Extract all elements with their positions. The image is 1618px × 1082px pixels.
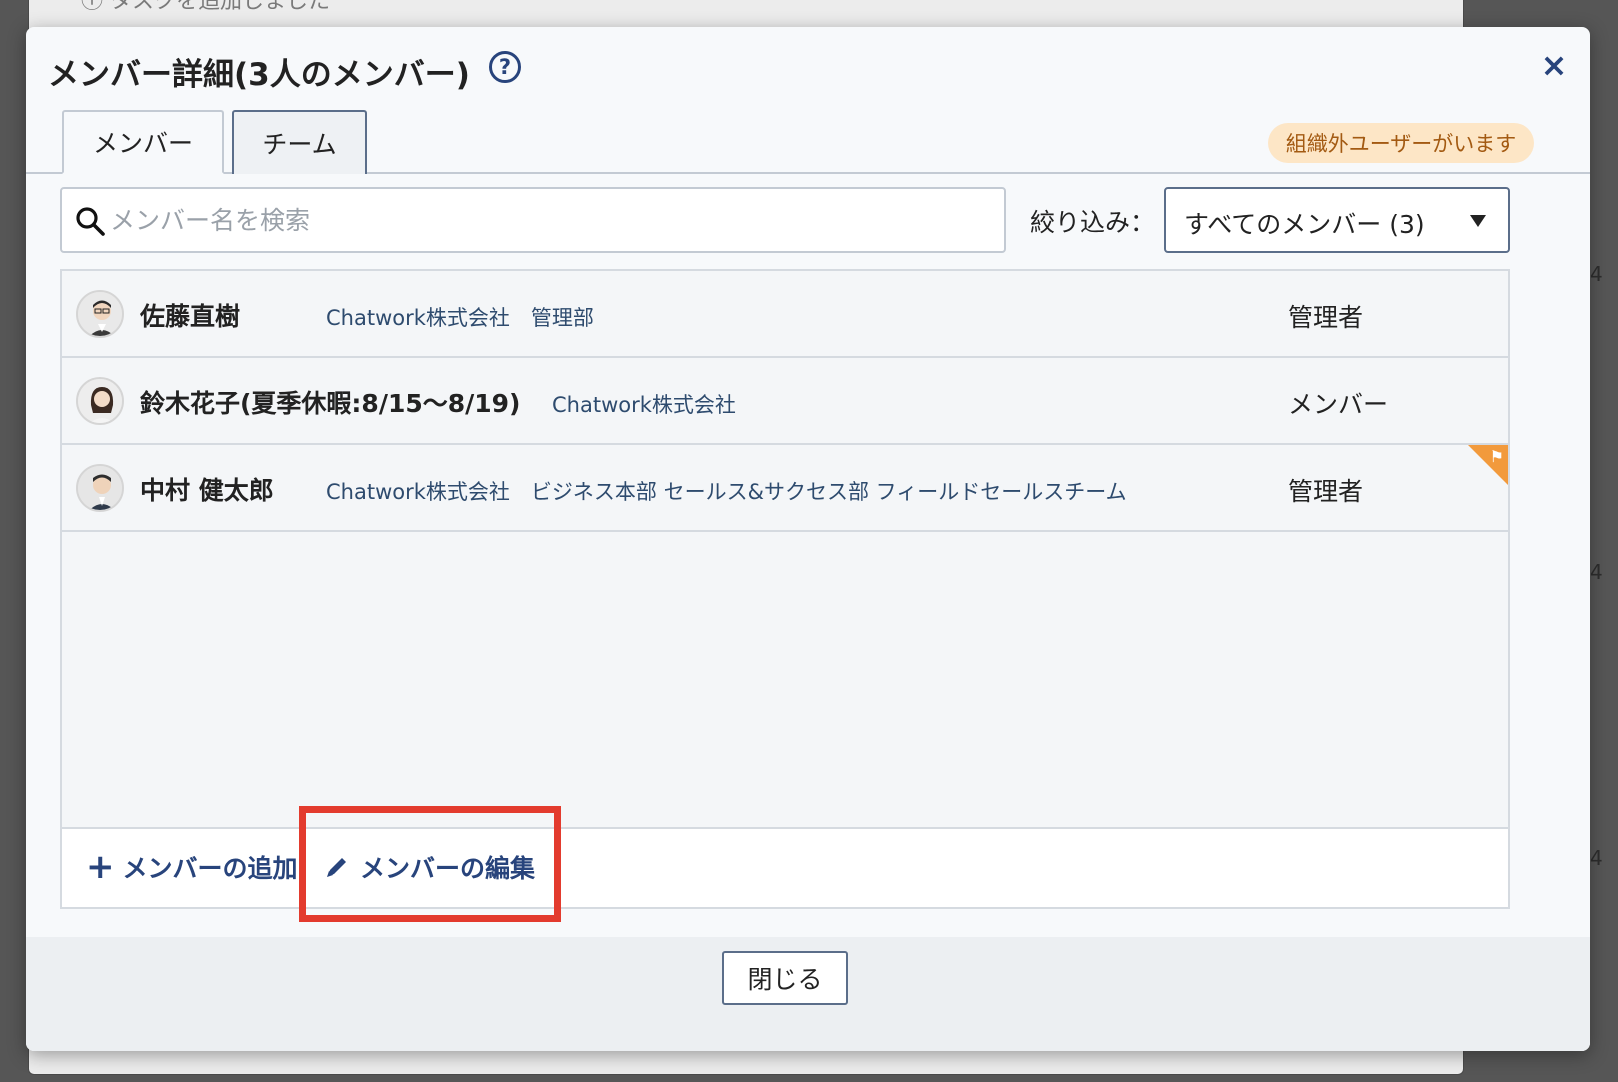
search-input[interactable] bbox=[110, 189, 990, 251]
member-organization: Chatwork株式会社 ビジネス本部 セールス&サクセス部 フィールドセールス… bbox=[326, 480, 1127, 504]
tab-members[interactable]: メンバー bbox=[62, 110, 224, 174]
background-text: 4 bbox=[1590, 846, 1603, 870]
member-row[interactable]: 鈴木花子(夏季休暇:8/15〜8/19) Chatwork株式会社 メンバー bbox=[62, 358, 1508, 445]
close-icon[interactable]: × bbox=[1534, 45, 1574, 85]
member-role: 管理者 bbox=[1288, 303, 1364, 332]
member-row[interactable]: 佐藤直樹 Chatwork株式会社 管理部 管理者 bbox=[62, 271, 1508, 358]
member-name: 中村 健太郎 bbox=[140, 476, 274, 505]
avatar bbox=[76, 290, 124, 338]
filter-select[interactable]: すべてのメンバー (3) bbox=[1164, 187, 1510, 253]
filter-label: 絞り込み： bbox=[1030, 208, 1156, 237]
tab-team[interactable]: チーム bbox=[232, 110, 367, 174]
avatar bbox=[76, 464, 124, 512]
dialog-title: メンバー詳細(3人のメンバー) bbox=[48, 57, 470, 93]
external-user-icon: ⚑ bbox=[1489, 447, 1504, 466]
avatar bbox=[76, 377, 124, 425]
member-organization: Chatwork株式会社 管理部 bbox=[326, 306, 594, 330]
member-detail-dialog: メンバー詳細(3人のメンバー) ? × メンバー チーム 組織外ユーザーがいます… bbox=[26, 27, 1590, 1051]
member-list-actions: + メンバーの追加 メンバーの編集 bbox=[62, 827, 1508, 907]
member-role: 管理者 bbox=[1288, 477, 1364, 506]
background-toast: ⓘ タスクを追加しました bbox=[81, 0, 330, 14]
search-icon bbox=[76, 207, 105, 236]
background-text: 4 bbox=[1590, 560, 1603, 584]
member-name: 佐藤直樹 bbox=[140, 302, 241, 331]
member-role: メンバー bbox=[1288, 390, 1389, 419]
external-user-badge: 組織外ユーザーがいます bbox=[1268, 123, 1534, 163]
search-box bbox=[60, 187, 1006, 253]
add-member-button[interactable]: + メンバーの追加 bbox=[86, 849, 298, 885]
dialog-footer: 閉じる bbox=[26, 937, 1590, 1051]
member-list: 佐藤直樹 Chatwork株式会社 管理部 管理者 鈴木花子(夏季休暇:8/15… bbox=[60, 269, 1510, 909]
add-member-label: メンバーの追加 bbox=[122, 854, 298, 883]
member-name: 鈴木花子(夏季休暇:8/15〜8/19) bbox=[140, 389, 521, 418]
member-organization: Chatwork株式会社 bbox=[552, 393, 736, 417]
close-button[interactable]: 閉じる bbox=[722, 951, 848, 1005]
plus-icon: + bbox=[86, 847, 115, 887]
filter-selected-value: すべてのメンバー (3) bbox=[1184, 210, 1425, 239]
member-row[interactable]: 中村 健太郎 Chatwork株式会社 ビジネス本部 セールス&サクセス部 フィ… bbox=[62, 445, 1508, 532]
highlight-box bbox=[299, 806, 561, 922]
background-text: 4 bbox=[1590, 262, 1603, 286]
chevron-down-icon bbox=[1470, 215, 1486, 227]
help-icon[interactable]: ? bbox=[489, 51, 521, 83]
